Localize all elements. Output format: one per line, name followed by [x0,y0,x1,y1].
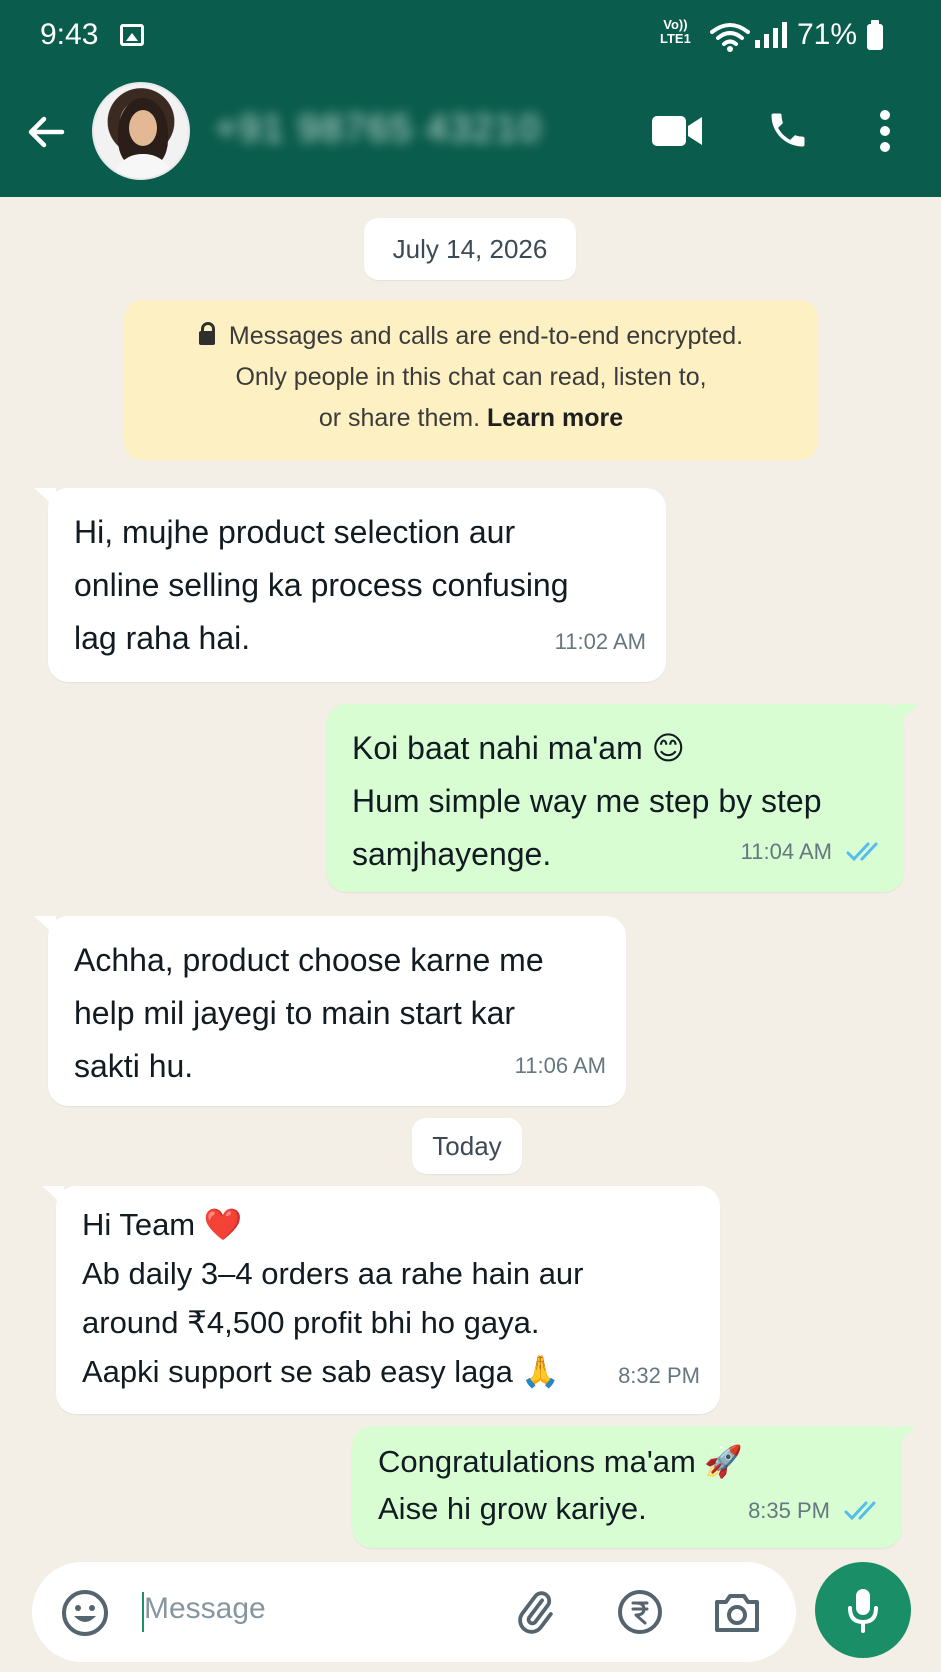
status-bar: 9:43 Vo)) LTE1 71% [0,0,941,72]
avatar-body [112,154,174,178]
date-pill: Today [412,1118,522,1174]
video-call-icon[interactable] [652,114,702,148]
volte-bottom: LTE1 [660,31,691,46]
message-time: 8:32 PM [618,1363,700,1388]
encryption-line-1: Messages and calls are end-to-end encryp… [124,316,818,357]
camera-icon[interactable] [712,1590,762,1634]
phone-icon[interactable] [766,108,810,152]
signal-icon [755,22,787,48]
rupee-payment-icon[interactable] [616,1588,664,1636]
top-bar: 9:43 Vo)) LTE1 71% +91 98765 43210 [0,0,941,197]
message-meta: 8:32 PM [618,1351,700,1400]
avatar-face [129,110,157,146]
message-incoming[interactable]: Achha, product choose karne me help mil … [34,916,626,1106]
lock-icon [198,322,215,345]
battery-icon [867,20,883,50]
message-meta: 11:04 AM [741,825,884,878]
message-input-bar: Message [32,1562,796,1662]
encryption-text-3: or share them. [318,404,487,432]
message-meta: 8:35 PM [748,1487,882,1534]
date-pill-label: Today [432,1130,502,1161]
encryption-text-1: Messages and calls are end-to-end encryp… [228,322,744,350]
message-line: Hum simple way me step by step [352,783,822,819]
contact-name[interactable]: +91 98765 43210 [215,108,542,151]
microphone-icon [848,1589,878,1633]
message-input[interactable]: Message [144,1592,266,1626]
encryption-notice[interactable]: Messages and calls are end-to-end encryp… [124,300,818,460]
message-meta: 11:02 AM [555,615,646,668]
message-time: 11:06 AM [514,1053,606,1078]
message-line: help mil jayegi to main start kar [74,995,516,1031]
message-incoming[interactable]: Hi Team ❤️ Ab daily 3–4 orders aa rahe h… [42,1186,720,1414]
message-time: 8:35 PM [748,1498,830,1523]
message-line: Koi baat nahi ma'am 😊 [352,730,685,766]
message-line: around ₹4,500 profit bhi ho gaya. [82,1305,540,1340]
status-time: 9:43 [40,18,99,51]
contact-avatar[interactable] [92,82,190,180]
message-meta: 11:06 AM [515,1039,606,1092]
learn-more-link[interactable]: Learn more [487,404,623,432]
attach-icon[interactable] [512,1588,558,1636]
chat-header: +91 98765 43210 [0,72,941,197]
date-pill-label: July 14, 2026 [392,233,548,264]
mic-button[interactable] [815,1562,911,1658]
message-line: Achha, product choose karne me [74,942,544,978]
message-line: online selling ka process confusing [74,567,569,603]
message-time: 11:04 AM [740,839,832,864]
double-check-icon [844,1501,876,1520]
message-line: Ab daily 3–4 orders aa rahe hain aur [82,1256,584,1291]
battery-percent: 71% [797,18,858,51]
gallery-notification-icon [120,24,144,46]
encryption-line-2: Only people in this chat can read, liste… [235,363,707,391]
message-outgoing[interactable]: Congratulations ma'am 🚀 Aise hi grow kar… [352,1426,916,1548]
message-line: Aapki support se sab easy laga 🙏 [82,1354,561,1389]
back-arrow-icon[interactable] [24,110,68,154]
message-outgoing[interactable]: Koi baat nahi ma'am 😊 Hum simple way me … [326,704,918,892]
date-pill: July 14, 2026 [364,218,576,280]
more-vertical-icon[interactable] [878,108,892,154]
message-line: Congratulations ma'am 🚀 [378,1444,744,1479]
volte-top: Vo)) [663,17,688,32]
volte-indicator: Vo)) LTE1 [660,18,691,46]
encryption-line-3: or share them. Learn more [124,398,818,439]
wifi-icon [710,23,750,52]
message-line: Hi, mujhe product selection aur [74,514,516,550]
message-line: Hi Team ❤️ [82,1207,243,1242]
message-incoming[interactable]: Hi, mujhe product selection aur online s… [34,488,666,682]
double-check-icon [846,842,878,861]
emoji-icon[interactable] [60,1588,110,1638]
message-time: 11:02 AM [554,629,646,654]
